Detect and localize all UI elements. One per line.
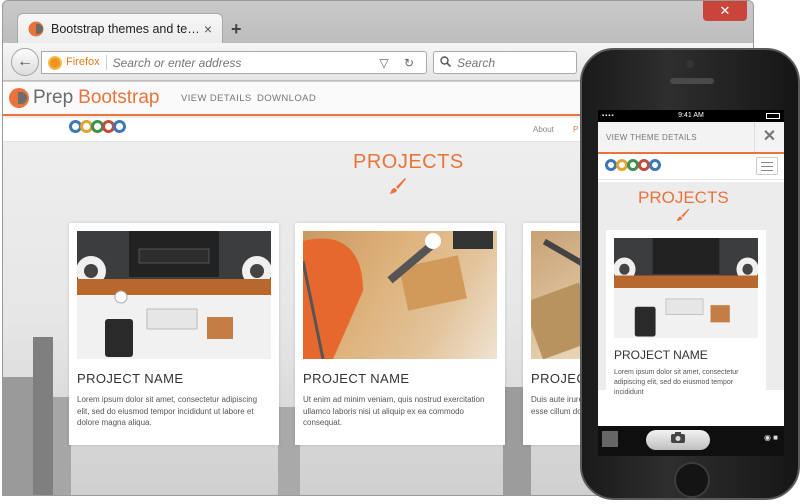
view-theme-details-link[interactable]: VIEW THEME DETAILS xyxy=(606,133,697,142)
prepbootstrap-logo[interactable]: Prep Bootstrap xyxy=(9,87,159,109)
site-logo[interactable] xyxy=(69,120,126,133)
mobile-phone-mockup: ▪▪▪▪ 9:41 AM VIEW THEME DETAILS ✕ PROJEC… xyxy=(580,48,800,500)
project-image xyxy=(303,231,497,359)
prepbootstrap-logo-icon xyxy=(9,88,29,108)
address-input[interactable] xyxy=(106,55,374,70)
project-image xyxy=(77,231,271,359)
close-icon[interactable]: ✕ xyxy=(754,122,784,152)
project-description: Lorem ipsum dolor sit amet, consectetur … xyxy=(614,369,739,397)
logo-text-bootstrap: Bootstrap xyxy=(78,87,160,108)
search-input[interactable] xyxy=(457,55,567,70)
signal-icon: ▪▪▪▪ xyxy=(602,113,615,119)
phone-speaker xyxy=(670,78,714,84)
prepbootstrap-favicon-icon xyxy=(28,21,44,36)
nav-about-link[interactable]: About xyxy=(533,125,554,134)
mobile-site-navbar xyxy=(598,154,784,180)
logo-ring xyxy=(113,120,126,133)
tab-title: Bootstrap themes and te… xyxy=(51,21,198,36)
nav-projects-link[interactable]: P xyxy=(573,125,578,134)
project-card[interactable]: PROJECT NAME Ut enim ad minim veniam, qu… xyxy=(295,223,505,445)
browser-tab[interactable]: Bootstrap themes and te… × xyxy=(17,13,223,43)
camera-icon xyxy=(671,432,685,443)
identity-label[interactable]: Firefox xyxy=(66,55,107,70)
title-bar: Bootstrap themes and te… × + ✕ xyxy=(3,1,753,43)
shutter-button[interactable] xyxy=(646,430,710,450)
tab-close-icon[interactable]: × xyxy=(204,21,212,37)
city-building xyxy=(33,337,53,495)
battery-icon xyxy=(766,113,780,119)
projects-heading: PROJECTS xyxy=(353,151,464,173)
search-icon xyxy=(440,55,452,70)
camera-roll-thumbnail[interactable] xyxy=(602,431,618,447)
front-camera-icon xyxy=(686,60,694,68)
mobile-projects-section: PROJECTS PROJECT NAME Lorem ipsum dolor … xyxy=(598,182,784,410)
project-description: Lorem ipsum dolor sit amet, consectetur … xyxy=(77,395,258,428)
project-card[interactable]: PROJECT NAME Lorem ipsum dolor sit amet,… xyxy=(69,223,279,445)
reload-icon[interactable]: ▽ ↻ xyxy=(373,56,426,70)
logo-text-prep: Prep xyxy=(33,87,74,108)
hamburger-menu-icon[interactable] xyxy=(756,157,778,175)
download-link[interactable]: DOWNLOAD xyxy=(257,93,316,104)
search-box[interactable] xyxy=(433,51,577,74)
paintbrush-icon xyxy=(676,208,690,222)
status-time: 9:41 AM xyxy=(678,112,704,119)
window-close-button[interactable]: ✕ xyxy=(703,1,747,21)
new-tab-button[interactable]: + xyxy=(231,19,242,40)
project-title: PROJECT NAME xyxy=(303,371,410,386)
camera-toolbar: ◉ ■ xyxy=(598,426,784,456)
back-button[interactable]: ← xyxy=(11,48,39,76)
mobile-top-bar: VIEW THEME DETAILS ✕ xyxy=(598,122,784,154)
firefox-icon xyxy=(48,55,62,70)
view-details-link[interactable]: VIEW DETAILS xyxy=(181,93,252,104)
paintbrush-icon xyxy=(390,178,406,194)
url-bar[interactable]: Firefox ▽ ↻ xyxy=(41,51,427,74)
logo-ring xyxy=(649,159,661,171)
city-building xyxy=(3,377,33,495)
project-description: Ut enim ad minim veniam, quis nostrud ex… xyxy=(303,395,485,428)
phone-screen: ▪▪▪▪ 9:41 AM VIEW THEME DETAILS ✕ PROJEC… xyxy=(598,110,784,456)
video-toggle-icon[interactable]: ◉ ■ xyxy=(764,433,778,442)
home-button[interactable] xyxy=(674,462,710,498)
mobile-projects-heading: PROJECTS xyxy=(638,188,729,207)
project-title: PROJECT NAME xyxy=(77,371,184,386)
project-title: PROJECT NAME xyxy=(614,348,708,362)
site-logo[interactable] xyxy=(605,159,661,171)
project-image xyxy=(613,238,759,338)
project-card[interactable]: PROJECT NAME Lorem ipsum dolor sit amet,… xyxy=(606,230,766,410)
status-bar: ▪▪▪▪ 9:41 AM xyxy=(598,110,784,122)
